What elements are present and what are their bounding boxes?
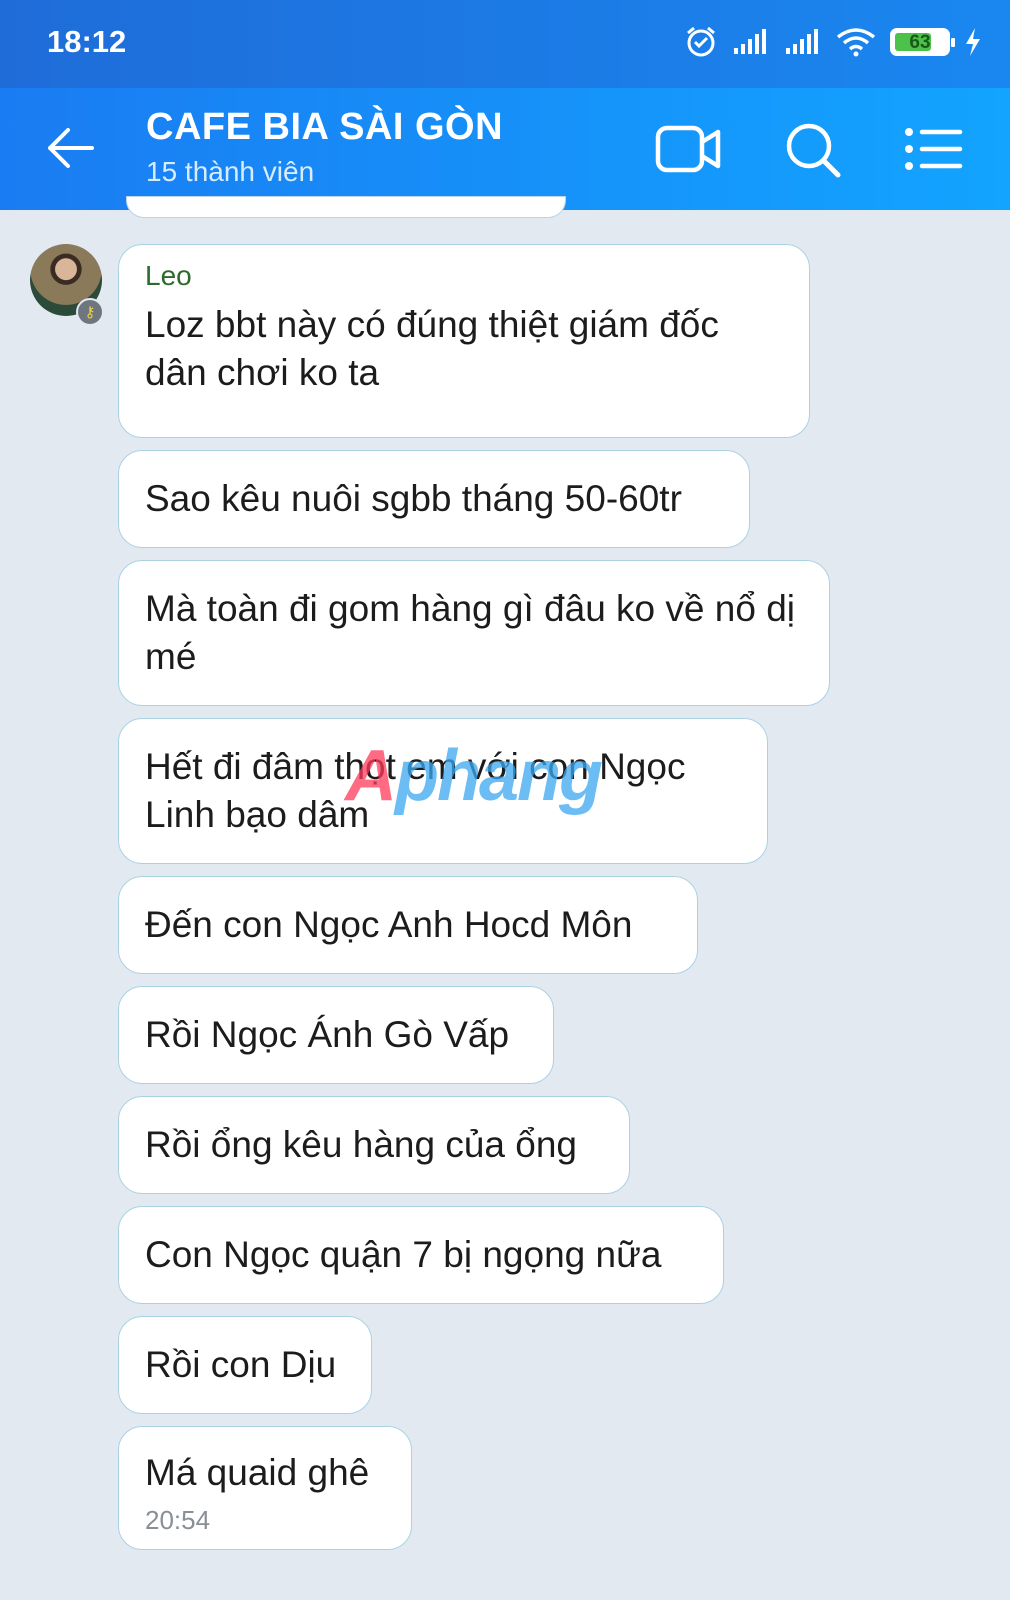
message-bubble[interactable]: Rồi Ngọc Ánh Gò Vấp [118, 986, 554, 1084]
status-icons: 63 [684, 24, 982, 60]
message-time: 20:54 [145, 1505, 211, 1535]
group-title[interactable]: CAFE BIA SÀI GÒN [146, 106, 503, 149]
video-call-icon[interactable] [654, 118, 722, 180]
admin-key-icon: ⚷ [76, 298, 104, 326]
member-count[interactable]: 15 thành viên [146, 156, 314, 188]
menu-list-icon[interactable] [900, 118, 968, 180]
message-bubble[interactable]: Mà toàn đi gom hàng gì đâu ko về nổ dị m… [118, 560, 830, 706]
message-text: Rồi Ngọc Ánh Gò Vấp [145, 1014, 510, 1055]
back-arrow-icon[interactable] [40, 118, 100, 178]
battery-icon: 63 [890, 28, 955, 56]
message-text: Má quaid ghê [145, 1452, 370, 1493]
previous-message-bubble[interactable] [126, 196, 566, 218]
message-bubble[interactable]: Rồi ổng kêu hàng của ổng [118, 1096, 630, 1194]
sender-name[interactable]: Leo [145, 259, 783, 293]
message-text: Đến con Ngọc Anh Hocd Môn [145, 904, 633, 945]
message-text: Sao kêu nuôi sgbb tháng 50-60tr [145, 478, 682, 519]
message-bubble[interactable]: Leo Loz bbt này có đúng thiệt giám đốc d… [118, 244, 810, 438]
message-text: Loz bbt này có đúng thiệt giám đốc dân c… [145, 304, 719, 393]
message-bubble[interactable]: Sao kêu nuôi sgbb tháng 50-60tr [118, 450, 750, 548]
message-bubble[interactable]: Con Ngọc quận 7 bị ngọng nữa [118, 1206, 724, 1304]
signal-icon [786, 29, 818, 54]
message-bubble[interactable]: Rồi con Dịu [118, 1316, 372, 1414]
chat-header: CAFE BIA SÀI GÒN 15 thành viên [0, 88, 1010, 210]
message-text: Con Ngọc quận 7 bị ngọng nữa [145, 1234, 662, 1275]
wifi-icon [836, 28, 876, 57]
message-text: Rồi con Dịu [145, 1344, 337, 1385]
battery-level: 63 [909, 32, 931, 53]
message-text: Rồi ổng kêu hàng của ổng [145, 1124, 578, 1165]
search-icon[interactable] [780, 118, 848, 180]
alarm-icon [687, 26, 715, 57]
message-bubble[interactable]: Má quaid ghê 20:54 [118, 1426, 412, 1550]
message-list[interactable]: ⚷ Leo Loz bbt này có đúng thiệt giám đốc… [0, 196, 1010, 1600]
charging-icon [966, 28, 980, 56]
message-bubble[interactable]: Hết đi đâm thọt em với con Ngọc Linh bạo… [118, 718, 768, 864]
signal-icon [734, 29, 766, 54]
status-time: 18:12 [47, 24, 127, 59]
message-bubble[interactable]: Đến con Ngọc Anh Hocd Môn [118, 876, 698, 974]
status-bar: 18:12 63 [0, 0, 1010, 88]
message-text: Hết đi đâm thọt em với con Ngọc Linh bạo… [145, 746, 686, 835]
message-text: Mà toàn đi gom hàng gì đâu ko về nổ dị m… [145, 588, 795, 677]
